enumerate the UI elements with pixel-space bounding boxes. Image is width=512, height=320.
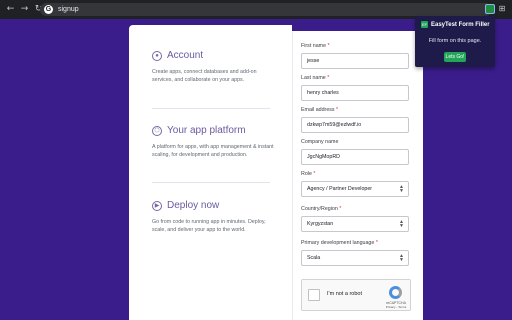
select-arrows-icon: ▲ ▼ (399, 184, 404, 194)
field-label: First name * (301, 43, 330, 49)
feature-title: Your app platform (167, 125, 246, 136)
divider (152, 108, 270, 109)
feature-app-platform: ⬡ Your app platform A platform for apps,… (152, 125, 277, 159)
recaptcha-label: I'm not a robot (327, 291, 362, 297)
feature-deploy: ▶ Deploy now Go from code to running app… (152, 200, 277, 234)
recaptcha-checkbox[interactable] (308, 289, 320, 301)
hexagon-icon: ⬡ (152, 125, 162, 136)
field-label: Email address * (301, 107, 339, 113)
company-input[interactable]: JgcNgMopRD (301, 149, 409, 165)
field-label: Last name * (301, 75, 330, 81)
last-name-field: Last name * henry charles (301, 74, 409, 101)
first-name-input[interactable]: jesse (301, 53, 409, 69)
popup-header: EF EasyTest Form Filler (421, 21, 490, 28)
language-selected-value: Scala (307, 255, 321, 261)
role-field: Role * Agency / Partner Developer ▲ ▼ (301, 170, 409, 197)
country-select[interactable]: Kyrgyzstan ▲ ▼ (301, 216, 409, 232)
first-name-field: First name * jesse (301, 42, 409, 69)
select-arrows-icon: ▲ ▼ (399, 253, 404, 263)
google-icon: G (44, 5, 53, 14)
language-select[interactable]: Scala ▲ ▼ (301, 250, 409, 266)
extensions-puzzle-icon[interactable]: ⊞ (497, 4, 507, 14)
select-arrows-icon: ▲ ▼ (399, 219, 404, 229)
user-circle-icon: ● (152, 50, 162, 61)
field-label: Country/Region * (301, 206, 342, 212)
country-field: Country/Region * Kyrgyzstan ▲ ▼ (301, 205, 409, 232)
popup-message: Fill form on this page. (428, 38, 482, 44)
field-label: Role * (301, 171, 316, 177)
recaptcha-widget: I'm not a robot reCAPTCHA Privacy - Term… (301, 279, 411, 311)
email-input[interactable]: dzkwp7m59@ezlwdf.io (301, 117, 409, 133)
feature-description: Go from code to running app in minutes. … (152, 219, 266, 233)
feature-account: ● Account Create apps, connect databases… (152, 50, 277, 84)
recaptcha-logo-icon (389, 286, 402, 299)
lets-go-button[interactable]: Lets Go! (444, 52, 466, 62)
recaptcha-links[interactable]: Privacy - Terms (382, 305, 410, 309)
role-select[interactable]: Agency / Partner Developer ▲ ▼ (301, 181, 409, 197)
divider (152, 182, 270, 183)
feature-description: A platform for apps, with app management… (152, 144, 274, 158)
forward-icon[interactable]: → (19, 4, 30, 15)
last-name-input[interactable]: henry charles (301, 85, 409, 101)
role-selected-value: Agency / Partner Developer (307, 186, 373, 192)
language-field: Primary development language * Scala ▲ ▼ (301, 239, 409, 266)
easytest-extension-icon[interactable] (485, 4, 495, 14)
field-label: Company name (301, 139, 339, 145)
easytest-logo-icon: EF (421, 21, 428, 28)
company-field: Company name JgcNgMopRD (301, 138, 409, 165)
feature-title: Account (167, 50, 204, 61)
feature-description: Create apps, connect databases and add-o… (152, 69, 257, 83)
address-bar[interactable]: G signup (40, 3, 492, 16)
signup-form: First name * jesse Last name * henry cha… (292, 31, 423, 320)
country-selected-value: Kyrgyzstan (307, 221, 334, 227)
url-text[interactable]: signup (58, 6, 79, 13)
back-icon[interactable]: ← (5, 4, 16, 15)
popup-title: EasyTest Form Filler (431, 21, 490, 28)
email-field: Email address * dzkwp7m59@ezlwdf.io (301, 106, 409, 133)
feature-title: Deploy now (167, 200, 220, 211)
play-circle-icon: ▶ (152, 200, 162, 211)
extension-popup: EF EasyTest Form Filler Fill form on thi… (415, 16, 495, 67)
field-label: Primary development language * (301, 240, 378, 246)
